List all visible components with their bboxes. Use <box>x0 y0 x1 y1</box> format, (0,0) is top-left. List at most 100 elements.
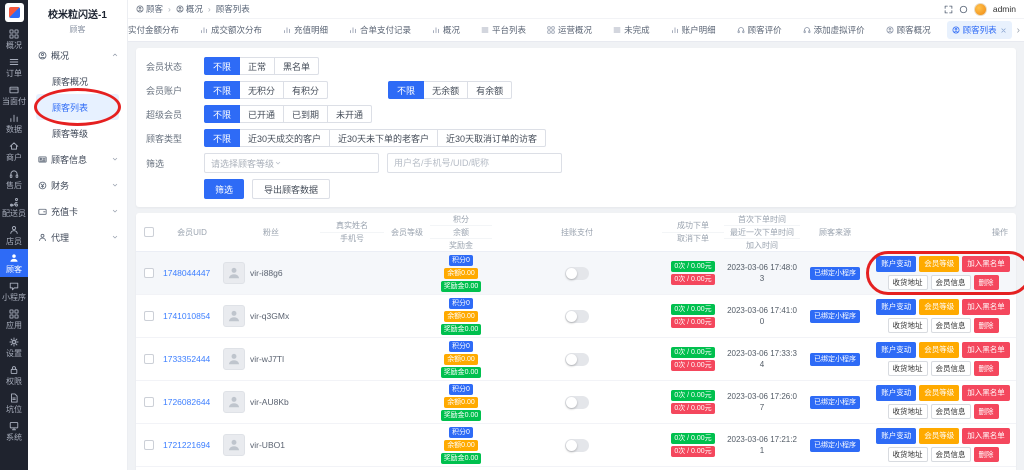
breadcrumb-item-customer-list[interactable]: 顾客列表 <box>216 3 250 15</box>
rail-item-staff[interactable]: 店员 <box>0 221 28 249</box>
member-info-button[interactable]: 会员信息 <box>930 317 971 333</box>
uid-link[interactable]: 1748044447 <box>163 268 210 278</box>
credit-pay-toggle[interactable] <box>565 395 589 409</box>
filter-option[interactable]: 不限 <box>388 81 425 99</box>
sidebar-item-recharge-card[interactable]: 充值卡 <box>28 198 127 224</box>
delete-button[interactable]: 删除 <box>973 274 999 290</box>
credit-pay-toggle[interactable] <box>565 352 589 366</box>
delete-button[interactable]: 删除 <box>973 446 999 462</box>
shipping-address-button[interactable]: 收货地址 <box>887 274 928 290</box>
rail-item-after-sales[interactable]: 售后 <box>0 165 28 193</box>
tab-unfinished[interactable]: 未完成 <box>608 21 655 39</box>
filter-option[interactable]: 已到期 <box>283 105 329 123</box>
tab-deal-count-distribution[interactable]: 成交额次分布 <box>195 21 267 39</box>
export-customers-button[interactable]: 导出顾客数据 <box>252 179 331 199</box>
filter-option[interactable]: 不限 <box>204 57 241 75</box>
select-all-checkbox[interactable] <box>144 227 154 237</box>
sidebar-subitem-customer-list[interactable]: 顾客列表 <box>34 88 121 126</box>
filter-option[interactable]: 无余额 <box>423 81 469 99</box>
tab-overview[interactable]: 概况 <box>427 21 465 39</box>
rail-item-permissions[interactable]: 权限 <box>0 361 28 389</box>
filter-option[interactable]: 不限 <box>204 129 241 147</box>
account-change-button[interactable]: 账户变动 <box>876 385 917 401</box>
filter-option[interactable]: 未开通 <box>327 105 373 123</box>
sidebar-item-finance[interactable]: 财务 <box>28 172 127 198</box>
uid-link[interactable]: 1721221694 <box>163 440 210 450</box>
sidebar-item-overview-group[interactable]: 概况 <box>28 42 127 68</box>
member-info-button[interactable]: 会员信息 <box>930 274 971 290</box>
add-to-blacklist-button[interactable]: 加入黑名单 <box>962 299 1010 315</box>
row-checkbox[interactable] <box>144 268 154 278</box>
member-info-button[interactable]: 会员信息 <box>930 446 971 462</box>
account-change-button[interactable]: 账户变动 <box>876 428 917 444</box>
filter-option[interactable]: 已开通 <box>239 105 285 123</box>
filter-option[interactable]: 不限 <box>204 105 241 123</box>
filter-option[interactable]: 有积分 <box>283 81 329 99</box>
fullscreen-icon[interactable] <box>944 5 953 14</box>
breadcrumb-item-overview[interactable]: 概况 <box>176 3 203 15</box>
tab-recharge-details[interactable]: 充值明细 <box>278 21 333 39</box>
source-badge[interactable]: 已绑定小程序 <box>810 438 860 452</box>
rail-item-mini-program[interactable]: 小程序 <box>0 277 28 305</box>
rail-item-system[interactable]: 系统 <box>0 417 28 445</box>
user-avatar[interactable] <box>973 2 987 16</box>
rail-item-data[interactable]: 数据 <box>0 109 28 137</box>
rail-item-couriers[interactable]: 配送员 <box>0 193 28 221</box>
tab-add-virtual-review[interactable]: 添加虚拟评价 <box>798 21 870 39</box>
breadcrumb-item-customers[interactable]: 顾客 <box>136 3 163 15</box>
shipping-address-button[interactable]: 收货地址 <box>887 446 928 462</box>
credit-pay-toggle[interactable] <box>565 266 589 280</box>
add-to-blacklist-button[interactable]: 加入黑名单 <box>962 428 1010 444</box>
sidebar-subitem-customer-level[interactable]: 顾客等级 <box>36 120 119 146</box>
tab-customer-list[interactable]: 顾客列表 <box>946 21 1012 39</box>
filter-option[interactable]: 近30天未下单的老客户 <box>329 129 439 147</box>
filter-option[interactable]: 正常 <box>239 57 276 75</box>
row-checkbox[interactable] <box>144 440 154 450</box>
rail-item-face-pay[interactable]: 当面付 <box>0 81 28 109</box>
sidebar-item-customer-info[interactable]: 顾客信息 <box>28 146 127 172</box>
rail-item-overview[interactable]: 概况 <box>0 25 28 53</box>
sidebar-item-agent[interactable]: 代理 <box>28 224 127 250</box>
app-logo[interactable] <box>4 3 24 22</box>
tab-combined-payment-records[interactable]: 合单支付记录 <box>344 21 416 39</box>
filter-option[interactable]: 有余额 <box>467 81 513 99</box>
member-level-button[interactable]: 会员等级 <box>919 428 960 444</box>
account-change-button[interactable]: 账户变动 <box>876 256 917 272</box>
filter-option[interactable]: 近30天成交的客户 <box>239 129 331 147</box>
member-level-button[interactable]: 会员等级 <box>919 385 960 401</box>
row-checkbox[interactable] <box>144 397 154 407</box>
rail-item-apps[interactable]: 应用 <box>0 305 28 333</box>
shipping-address-button[interactable]: 收货地址 <box>887 403 928 419</box>
account-change-button[interactable]: 账户变动 <box>876 342 917 358</box>
filter-submit-button[interactable]: 筛选 <box>204 179 245 199</box>
rail-item-customers[interactable]: 顾客 <box>0 249 28 277</box>
rail-item-merchants[interactable]: 商户 <box>0 137 28 165</box>
tab-close-icon[interactable] <box>1000 27 1007 34</box>
member-info-button[interactable]: 会员信息 <box>930 403 971 419</box>
uid-link[interactable]: 1741010854 <box>163 311 210 321</box>
filter-option[interactable]: 黑名单 <box>274 57 320 75</box>
account-change-button[interactable]: 账户变动 <box>876 299 917 315</box>
row-checkbox[interactable] <box>144 354 154 364</box>
add-to-blacklist-button[interactable]: 加入黑名单 <box>962 256 1010 272</box>
uid-link[interactable]: 1733352444 <box>163 354 210 364</box>
delete-button[interactable]: 删除 <box>973 317 999 333</box>
rail-item-slots[interactable]: 坑位 <box>0 389 28 417</box>
rail-item-orders[interactable]: 订单 <box>0 53 28 81</box>
filter-option[interactable]: 近30天取消订单的访客 <box>437 129 547 147</box>
filter-option[interactable]: 不限 <box>204 81 241 99</box>
customer-level-select[interactable]: 请选择顾客等级 <box>204 153 379 173</box>
source-badge[interactable]: 已绑定小程序 <box>810 395 860 409</box>
uid-link[interactable]: 1726082644 <box>163 397 210 407</box>
credit-pay-toggle[interactable] <box>565 438 589 452</box>
source-badge[interactable]: 已绑定小程序 <box>810 309 860 323</box>
tab-paid-amount-distribution[interactable]: 实付金额分布 <box>128 21 184 39</box>
tab-operation-overview[interactable]: 运营概况 <box>542 21 597 39</box>
filter-option[interactable]: 无积分 <box>239 81 285 99</box>
tab-customer-reviews[interactable]: 顾客评价 <box>732 21 787 39</box>
source-badge[interactable]: 已绑定小程序 <box>810 352 860 366</box>
tab-platform-list[interactable]: 平台列表 <box>476 21 531 39</box>
row-checkbox[interactable] <box>144 311 154 321</box>
source-badge[interactable]: 已绑定小程序 <box>810 266 860 280</box>
tab-customer-overview[interactable]: 顾客概况 <box>881 21 936 39</box>
